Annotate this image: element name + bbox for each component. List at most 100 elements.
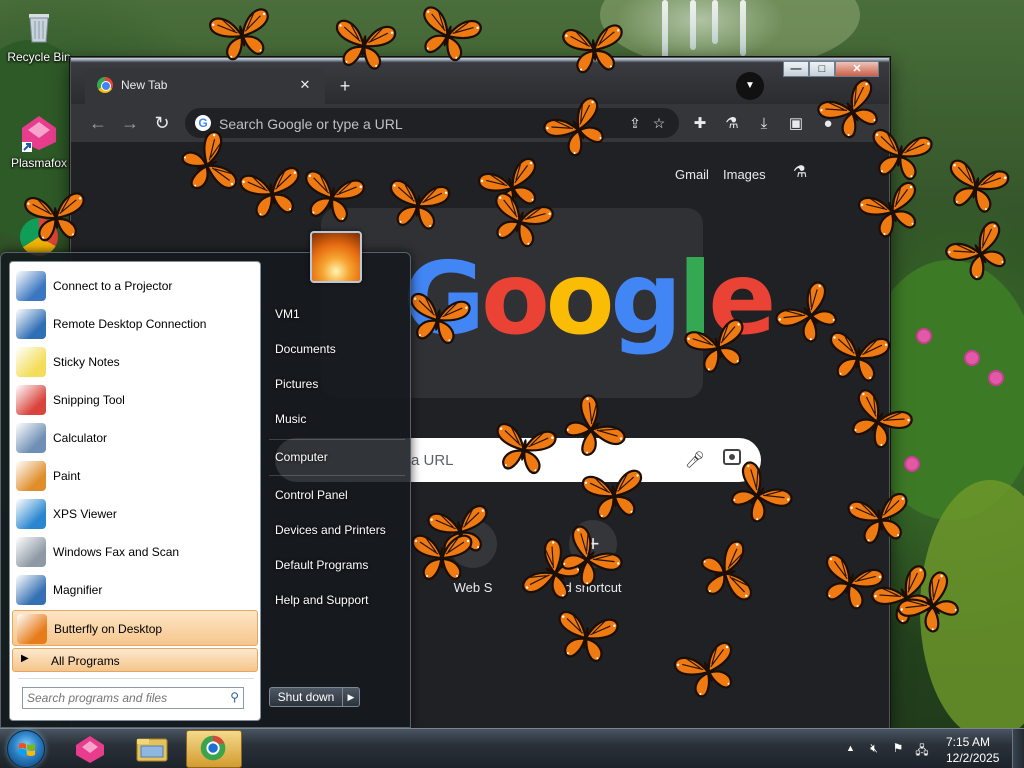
start-menu-place-default-programs[interactable]: Default Programs — [275, 558, 368, 572]
start-menu-item[interactable]: Magnifier — [12, 572, 258, 608]
sticky-notes-icon — [16, 347, 46, 377]
projector-icon — [16, 271, 46, 301]
start-search-input[interactable] — [27, 690, 213, 706]
start-menu-item-label: Sticky Notes — [53, 355, 120, 369]
all-programs-label: All Programs — [51, 654, 120, 668]
action-center-flag-icon[interactable]: ⚑ — [890, 741, 906, 757]
desktop-icon-recycle-bin[interactable]: Recycle Bin — [4, 8, 74, 64]
reload-icon[interactable]: ↻ — [149, 110, 175, 136]
show-hidden-icons-arrow[interactable]: ▲ — [846, 743, 855, 753]
start-menu-item[interactable]: Sticky Notes — [12, 344, 258, 380]
minimize-button[interactable]: — — [783, 61, 809, 77]
start-menu-place-vm1[interactable]: VM1 — [275, 307, 300, 321]
shutdown-button[interactable]: Shut down — [269, 687, 343, 707]
shutdown-options-arrow-icon[interactable]: ▶ — [342, 687, 360, 707]
tab-new-tab[interactable]: New Tab ✕ — [85, 68, 325, 104]
gmail-link[interactable]: Gmail — [675, 167, 709, 182]
start-button[interactable] — [7, 730, 45, 768]
labs-flask-icon[interactable]: ⚗ — [721, 113, 743, 135]
google-g-icon: G — [195, 115, 211, 131]
all-programs-button[interactable]: ▶ All Programs — [12, 648, 258, 672]
divider — [269, 475, 405, 476]
triangle-right-icon: ▶ — [21, 653, 29, 664]
start-menu-place-devices-and-printers[interactable]: Devices and Printers — [275, 523, 386, 537]
microphone-icon[interactable]: 🎤︎ — [685, 450, 705, 470]
plasmafox-taskbar-icon — [76, 736, 104, 763]
scissors-icon — [16, 385, 46, 415]
start-search-field[interactable]: ⚲ — [22, 687, 244, 709]
images-link[interactable]: Images — [723, 167, 766, 182]
start-menu-programs-pane: Connect to a Projector Remote Desktop Con… — [9, 261, 261, 721]
start-menu-place-documents[interactable]: Documents — [275, 342, 336, 356]
tab-search-chevron-icon[interactable]: ▼ — [736, 72, 764, 100]
start-menu-place-control-panel[interactable]: Control Panel — [275, 488, 348, 502]
share-icon[interactable]: ⇪ — [625, 113, 645, 133]
start-menu-item[interactable]: Connect to a Projector — [12, 268, 258, 304]
forward-arrow-icon[interactable]: → — [117, 110, 143, 136]
start-menu-item[interactable]: Windows Fax and Scan — [12, 534, 258, 570]
bookmark-star-icon[interactable]: ☆ — [649, 113, 669, 133]
start-menu-item[interactable]: Paint — [12, 458, 258, 494]
profile-avatar-icon[interactable]: ● — [817, 113, 839, 135]
windows-flag-icon — [19, 743, 35, 756]
side-panel-icon[interactable]: ▣ — [785, 113, 807, 135]
show-desktop-button[interactable] — [1012, 729, 1024, 768]
camera-lens-icon[interactable] — [723, 449, 741, 465]
user-account-picture[interactable] — [310, 231, 362, 283]
taskbar-chrome[interactable] — [186, 730, 242, 768]
back-arrow-icon[interactable]: ← — [85, 110, 111, 136]
start-menu-item[interactable]: XPS Viewer — [12, 496, 258, 532]
search-icon: ⚲ — [230, 690, 239, 704]
address-bar-placeholder: Search Google or type a URL — [219, 116, 403, 132]
network-icon[interactable]: 🖧︎ — [914, 741, 930, 757]
plasmafox-icon — [20, 114, 58, 152]
start-menu-item[interactable]: Snipping Tool — [12, 382, 258, 418]
shortcut-add[interactable]: + d shortcut — [537, 520, 649, 595]
start-menu-place-computer[interactable]: Computer — [275, 450, 328, 464]
address-bar[interactable]: G Search Google or type a URL ⇪ ☆ — [185, 108, 679, 138]
google-logo: Google — [403, 240, 776, 357]
start-menu-item-label: Butterfly on Desktop — [54, 622, 163, 636]
clock-date[interactable]: 12/2/2025 — [946, 751, 999, 765]
chrome-icon — [20, 218, 58, 256]
start-menu-place-help-and-support[interactable]: Help and Support — [275, 593, 368, 607]
close-window-button[interactable]: ✕ — [835, 61, 879, 77]
maximize-button[interactable]: □ — [809, 61, 835, 77]
taskbar: ▲ 🔇︎ ⚑ 🖧︎ 7:15 AM 12/2/2025 — [0, 728, 1024, 768]
magnifier-icon — [16, 575, 46, 605]
start-menu-item[interactable]: Calculator — [12, 420, 258, 456]
shortcut-label: d shortcut — [564, 580, 622, 595]
remote-desktop-icon — [16, 309, 46, 339]
start-menu-item-label: Calculator — [53, 431, 108, 445]
recycle-bin-icon — [20, 8, 58, 46]
xps-viewer-icon — [16, 499, 46, 529]
start-menu-item-label: Remote Desktop Connection — [53, 317, 207, 331]
start-menu-place-music[interactable]: Music — [275, 412, 306, 426]
fax-icon — [16, 537, 46, 567]
speaker-muted-icon[interactable]: 🔇︎ — [866, 741, 882, 757]
search-labs-icon[interactable]: ⚗ — [789, 162, 811, 184]
start-menu-item-label: XPS Viewer — [53, 507, 117, 521]
download-icon[interactable]: ⤓ — [753, 113, 775, 135]
start-menu-item-label: Windows Fax and Scan — [53, 545, 180, 559]
start-menu-place-pictures[interactable]: Pictures — [275, 377, 318, 391]
start-menu-item-label: Connect to a Projector — [53, 279, 173, 293]
desktop-icon-plasmafox[interactable]: Plasmafox — [4, 114, 74, 170]
new-tab-button[interactable]: + — [333, 74, 357, 98]
tab-close-icon[interactable]: ✕ — [295, 75, 315, 95]
tab-title: New Tab — [121, 78, 168, 92]
search-placeholder: a URL — [411, 452, 454, 469]
taskbar-explorer[interactable] — [124, 730, 180, 768]
chrome-favicon-icon — [97, 77, 113, 93]
start-menu-item-label: Magnifier — [53, 583, 103, 597]
start-menu-item-label: Paint — [53, 469, 81, 483]
extensions-puzzle-icon[interactable]: ✚ — [689, 113, 711, 135]
clock-time[interactable]: 7:15 AM — [946, 735, 990, 749]
shortcut-web-store[interactable]: Web S — [417, 520, 529, 595]
tab-strip: New Tab ✕ + ▼ — □ ✕ — [71, 58, 889, 104]
divider — [18, 678, 254, 679]
chrome-taskbar-icon — [200, 735, 226, 761]
start-menu-item[interactable]: Remote Desktop Connection — [12, 306, 258, 342]
taskbar-plasmafox[interactable] — [62, 730, 118, 768]
start-menu-item[interactable]: Butterfly on Desktop — [12, 610, 258, 646]
